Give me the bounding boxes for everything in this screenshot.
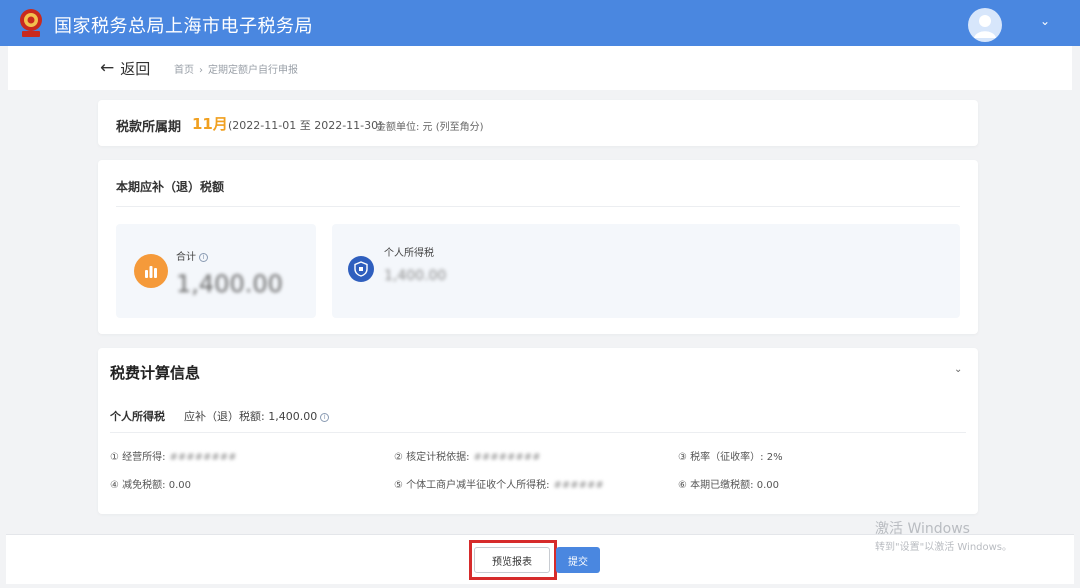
info-icon[interactable]: i <box>199 252 208 262</box>
half-tax-reduction-value: ###### <box>553 480 604 491</box>
personal-income-tax-box: 个人所得税 1,400.00 <box>332 224 960 318</box>
info-icon[interactable]: i <box>320 412 330 422</box>
shield-icon <box>348 256 374 282</box>
tax-period-card: 税款所属期 11月 (2022-11-01 至 2022-11-30) 金额单位… <box>98 100 978 146</box>
tax-period-range: (2022-11-01 至 2022-11-30) <box>228 119 383 132</box>
breadcrumb-current: 定期定额户自行申报 <box>208 65 298 76</box>
half-tax-reduction-field: ⑤ 个体工商户减半征收个人所得税: ###### <box>394 476 604 491</box>
tax-calculation-title: 税费计算信息 <box>110 364 201 382</box>
tax-amount-title: 本期应补（退）税额 <box>116 180 225 194</box>
divider <box>110 432 966 433</box>
assessed-tax-basis-label: ② 核定计税依据: <box>394 452 470 463</box>
windows-activation-watermark: 激活 Windows <box>875 521 970 537</box>
business-income-field: ① 经营所得: ######## <box>110 448 237 463</box>
tax-bureau-emblem-icon <box>16 7 46 39</box>
highlight-annotation <box>469 540 557 580</box>
total-label: 合计 i <box>176 248 208 263</box>
business-income-label: ① 经营所得: <box>110 452 166 463</box>
tax-type-name: 个人所得税 <box>110 410 165 423</box>
tax-rate-value: 2% <box>766 452 783 463</box>
chevron-down-icon[interactable]: ⌄ <box>954 364 962 375</box>
top-bar: 国家税务总局上海市电子税务局 ⌄ <box>0 0 1080 46</box>
tax-reduction-value: 0.00 <box>168 480 191 491</box>
tax-period-month: 11月 <box>192 115 228 133</box>
tax-reduction-label: ④ 减免税额: <box>110 480 166 491</box>
total-amount-box: 合计 i 1,400.00 <box>116 224 316 318</box>
paid-tax-value: 0.00 <box>756 480 779 491</box>
divider <box>116 206 960 207</box>
total-value: 1,400.00 <box>176 270 283 298</box>
app-title: 国家税务总局上海市电子税务局 <box>54 16 313 37</box>
chevron-down-icon[interactable]: ⌄ <box>1040 14 1050 28</box>
tax-rate-field: ③ 税率（征收率）: 2% <box>678 448 783 463</box>
half-tax-reduction-label: ⑤ 个体工商户减半征收个人所得税: <box>394 480 550 491</box>
chevron-right-icon: › <box>199 65 203 76</box>
arrow-left-icon: ← <box>100 58 115 78</box>
back-label: 返回 <box>120 60 151 78</box>
back-button[interactable]: ← 返回 <box>100 58 150 79</box>
tax-payable-text: 应补（退）税额: 1,400.00 <box>184 410 318 423</box>
bar-chart-icon <box>134 254 168 288</box>
personal-income-tax-label: 个人所得税 <box>384 248 434 259</box>
tax-calculation-card: 税费计算信息 ⌄ 个人所得税 应补（退）税额: 1,400.00 i ① 经营所得… <box>98 348 978 514</box>
breadcrumb: 首页 › 定期定额户自行申报 <box>174 61 298 76</box>
assessed-tax-basis-value: ######## <box>473 452 541 463</box>
assessed-tax-basis-field: ② 核定计税依据: ######## <box>394 448 541 463</box>
tax-payable-amount: 应补（退）税额: 1,400.00 i <box>184 408 330 424</box>
business-income-value: ######## <box>169 452 237 463</box>
paid-tax-label: ⑥ 本期已缴税额: <box>678 480 754 491</box>
tax-period-label: 税款所属期 <box>116 120 182 135</box>
amount-unit-note: 金额单位: 元 (列至角分) <box>376 122 484 133</box>
paid-tax-field: ⑥ 本期已缴税额: 0.00 <box>678 476 779 491</box>
total-label-text: 合计 <box>176 252 196 263</box>
tax-amount-card: 本期应补（退）税额 合计 i 1,400.00 个人所得税 1,400.00 <box>98 160 978 334</box>
user-avatar-icon[interactable] <box>968 8 1002 42</box>
submit-button[interactable]: 提交 <box>556 547 600 573</box>
personal-income-tax-value: 1,400.00 <box>384 268 447 284</box>
tax-reduction-field: ④ 减免税额: 0.00 <box>110 476 191 491</box>
sub-navigation: ← 返回 首页 › 定期定额户自行申报 <box>8 46 1072 90</box>
breadcrumb-home[interactable]: 首页 <box>174 65 194 76</box>
windows-activation-hint: 转到"设置"以激活 Windows。 <box>875 542 1013 553</box>
tax-rate-label: ③ 税率（征收率）: <box>678 452 764 463</box>
